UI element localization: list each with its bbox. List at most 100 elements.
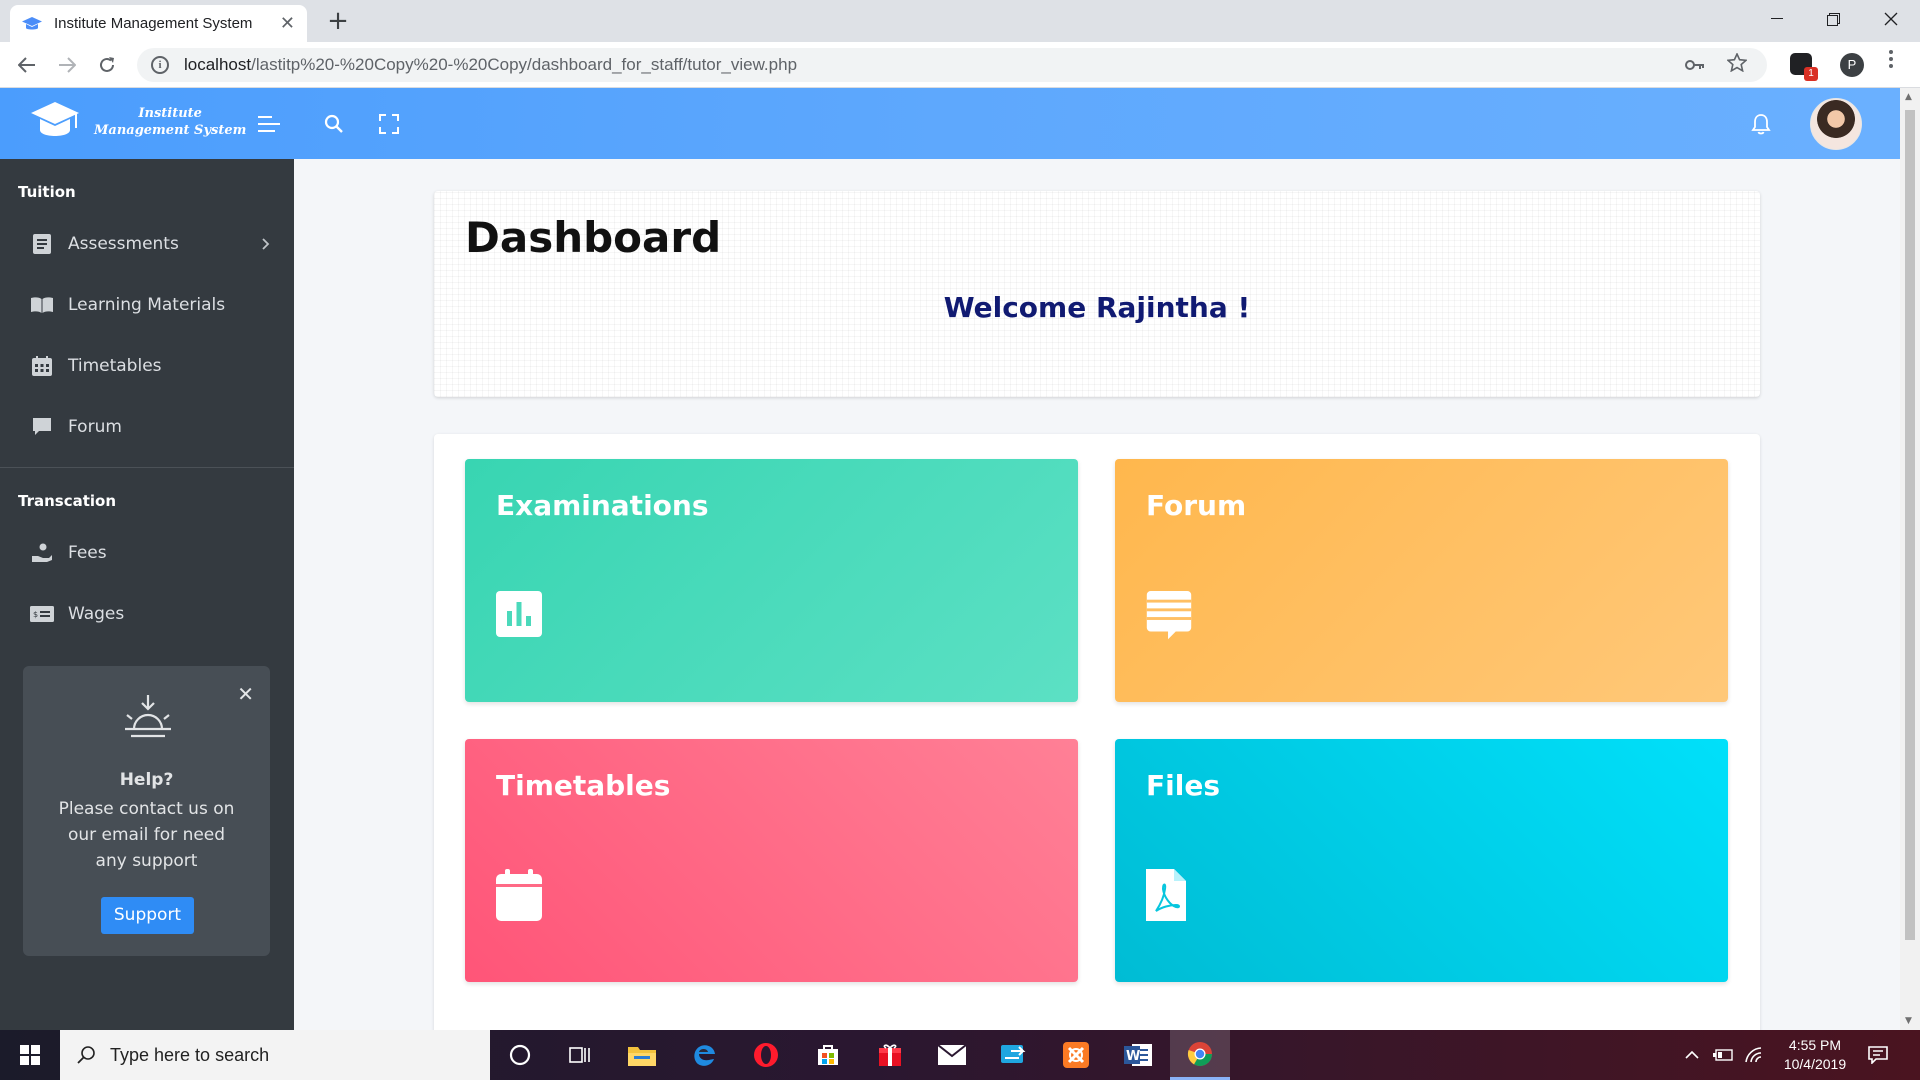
profile-avatar[interactable]: P <box>1840 53 1864 77</box>
reload-icon[interactable] <box>92 50 122 80</box>
clock-time: 4:55 PM <box>1788 1037 1842 1053</box>
sidebar-item-label: Assessments <box>68 234 179 254</box>
tile-title: Timetables <box>496 769 671 802</box>
tile-timetables[interactable]: Timetables <box>465 739 1078 982</box>
windows-taskbar: Type here to search W 4:55 PM 10/4/2019 <box>0 1030 1920 1080</box>
sidebar-section-tuition: Tuition <box>18 183 76 201</box>
store-icon[interactable] <box>798 1030 858 1080</box>
tab-close-icon[interactable]: ✕ <box>280 13 295 34</box>
extension-icon[interactable]: 1 <box>1790 53 1818 81</box>
restore-icon[interactable] <box>1806 0 1860 38</box>
graduation-cap-icon <box>22 14 42 34</box>
sidebar-section-transcation: Transcation <box>18 492 117 510</box>
sidebar-item-fees[interactable]: Fees <box>30 535 270 571</box>
welcome-message: Welcome Rajintha ! <box>943 291 1251 324</box>
search-placeholder: Type here to search <box>110 1044 270 1065</box>
back-icon[interactable] <box>12 50 42 80</box>
taskbar-clock[interactable]: 4:55 PM 10/4/2019 <box>1760 1036 1870 1074</box>
sidebar-item-label: Wages <box>68 604 125 624</box>
sidebar-item-wages[interactable]: $ Wages <box>30 596 270 632</box>
logo-line2: Management System <box>94 123 247 138</box>
windows-start-icon[interactable] <box>0 1030 60 1080</box>
notifications-icon[interactable] <box>1868 1030 1888 1080</box>
star-icon[interactable] <box>1726 52 1748 77</box>
gift-app-icon[interactable] <box>860 1030 920 1080</box>
tiles-card: Examinations Forum Timetables Files <box>434 434 1760 1054</box>
sidebar-item-learning-materials[interactable]: Learning Materials <box>30 287 270 323</box>
page-title: Dashboard <box>465 213 722 262</box>
sidebar-item-timetables[interactable]: Timetables <box>30 348 270 384</box>
url-path: /lastitp%20-%20Copy%20-%20Copy/dashboard… <box>251 55 798 74</box>
clock-date: 10/4/2019 <box>1783 1056 1847 1072</box>
new-tab-button[interactable]: + <box>324 8 352 36</box>
pdf-file-icon <box>1146 869 1186 921</box>
app-logo[interactable]: Institute Management System <box>30 100 246 144</box>
fullscreen-icon[interactable] <box>375 110 403 138</box>
extension-badge: 1 <box>1804 67 1818 81</box>
support-button[interactable]: Support <box>101 897 194 934</box>
url-host: localhost <box>184 55 252 74</box>
tile-title: Forum <box>1146 489 1247 522</box>
vertical-scrollbar[interactable]: ▲ ▼ <box>1900 88 1920 1030</box>
scroll-thumb[interactable] <box>1905 110 1915 940</box>
comment-icon <box>30 415 54 439</box>
bell-icon[interactable] <box>1747 110 1775 138</box>
chrome-icon[interactable] <box>1170 1030 1230 1080</box>
sidebar-item-label: Fees <box>68 543 107 563</box>
user-avatar[interactable] <box>1810 98 1862 150</box>
xampp-icon[interactable] <box>1046 1030 1106 1080</box>
hand-coin-icon <box>30 541 54 565</box>
browser-tab[interactable]: Institute Management System ✕ <box>10 5 307 42</box>
address-bar: i localhost/lastitp%20-%20Copy%20-%20Cop… <box>0 42 1920 88</box>
close-icon[interactable]: ✕ <box>237 682 254 706</box>
sunrise-icon <box>125 695 171 738</box>
help-card: ✕ Help? Please contact us on our email f… <box>23 666 270 956</box>
opera-icon[interactable] <box>736 1030 796 1080</box>
battery-icon[interactable] <box>1712 1030 1734 1080</box>
menu-toggle-icon[interactable] <box>256 110 284 138</box>
forward-icon[interactable] <box>52 50 82 80</box>
sidebar-item-assessments[interactable]: Assessments <box>30 226 270 262</box>
money-bill-icon: $ <box>30 602 54 626</box>
site-info-icon[interactable]: i <box>151 56 169 74</box>
svg-text:$: $ <box>33 610 38 619</box>
tile-title: Examinations <box>496 489 709 522</box>
search-icon[interactable] <box>320 110 348 138</box>
tray-chevron-icon[interactable] <box>1685 1030 1699 1080</box>
file-explorer-icon[interactable] <box>612 1030 672 1080</box>
message-icon <box>1146 591 1192 640</box>
cortana-icon[interactable] <box>490 1030 550 1080</box>
calendar-icon <box>496 869 542 921</box>
mail-icon[interactable] <box>922 1030 982 1080</box>
tile-files[interactable]: Files <box>1115 739 1728 982</box>
word-icon[interactable]: W <box>1108 1030 1168 1080</box>
tile-forum[interactable]: Forum <box>1115 459 1728 702</box>
sidebar-item-forum[interactable]: Forum <box>30 409 270 445</box>
graduation-cap-icon <box>31 102 79 136</box>
sidebar-divider <box>0 467 294 468</box>
close-window-icon[interactable] <box>1864 0 1918 38</box>
scroll-up-icon[interactable]: ▲ <box>1905 92 1912 102</box>
file-icon <box>30 232 54 256</box>
browser-tabbar: Institute Management System ✕ + <box>0 0 1920 42</box>
task-view-icon[interactable] <box>550 1030 610 1080</box>
book-icon <box>30 293 54 317</box>
minimize-icon[interactable] <box>1750 0 1804 38</box>
key-icon[interactable] <box>1685 55 1705 76</box>
taskbar-search-input[interactable]: Type here to search <box>60 1030 490 1080</box>
menu-kebab-icon[interactable] <box>1888 48 1894 70</box>
logo-line1: Institute <box>138 106 202 121</box>
tile-examinations[interactable]: Examinations <box>465 459 1078 702</box>
bar-chart-icon <box>496 591 542 637</box>
tab-title: Institute Management System <box>54 15 253 32</box>
help-title: Help? <box>119 770 174 790</box>
dashboard-header-card: Dashboard Welcome Rajintha ! <box>434 191 1760 397</box>
sidebar-item-label: Timetables <box>68 356 162 376</box>
scroll-down-icon[interactable]: ▼ <box>1905 1016 1912 1026</box>
edge-browser-icon[interactable] <box>674 1030 734 1080</box>
app-header: Institute Management System <box>0 88 1900 159</box>
search-icon <box>77 1046 95 1064</box>
url-input[interactable]: i localhost/lastitp%20-%20Copy%20-%20Cop… <box>137 48 1767 82</box>
sidebar: Tuition Assessments Learning Materials T… <box>0 159 294 1030</box>
connect-app-icon[interactable] <box>984 1030 1044 1080</box>
